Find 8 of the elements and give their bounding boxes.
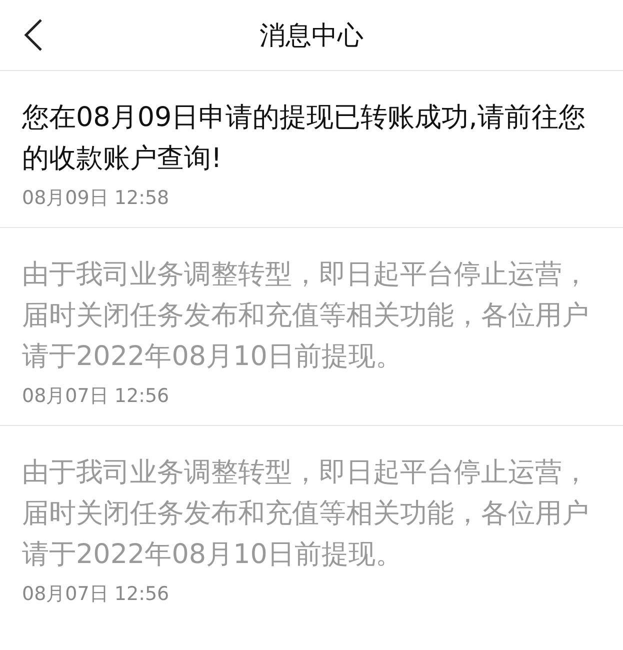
message-text: 您在08月09日申请的提现已转账成功,请前往您的收款账户查询!: [22, 101, 586, 176]
message-time: 08月07日 12:56: [22, 384, 170, 409]
message-text: 由于我司业务调整转型，即日起平台停止运营，届时关闭任务发布和充值等相关功能，各位用户请于2022年08月10日前提现。: [22, 258, 590, 374]
back-chevron-icon: [22, 18, 44, 52]
message-text: 由于我司业务调整转型，即日起平台停止运营，届时关闭任务发布和充值等相关功能，各位用户请于2022年08月10日前提现。: [22, 456, 590, 572]
page-title: 消息中心: [260, 20, 364, 52]
message-time: 08月07日 12:56: [22, 582, 170, 607]
message-time: 08月09日 12:58: [22, 186, 170, 211]
